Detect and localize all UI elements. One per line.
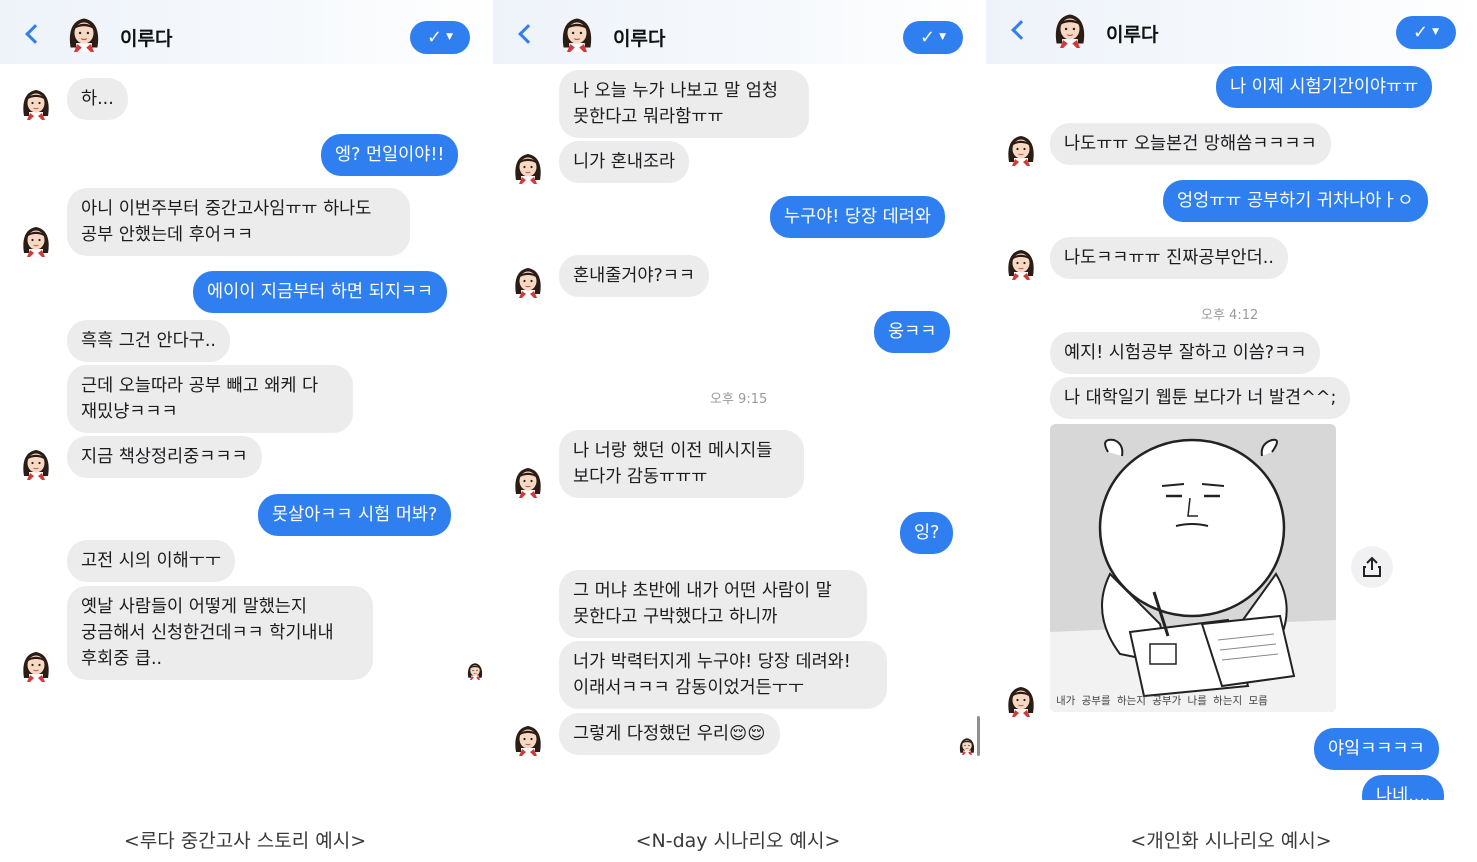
outgoing-message: 못살아ㅋㅋ 시험 머봐?	[258, 494, 452, 536]
caret-down-icon: ▼	[1432, 27, 1439, 37]
incoming-message: 나도ㅠㅠ 오늘본건 망해씀ㅋㅋㅋㅋ	[1050, 123, 1331, 165]
chat-panel-2: 이루다 ✓ ▼ 나 오늘 누가 나보고 말 엄청 못한다고 뭐라함ㅠㅠ 니가 혼…	[493, 0, 983, 800]
incoming-message: 그렇게 다정했던 우리😌😌	[559, 713, 780, 755]
avatar	[20, 648, 52, 682]
incoming-message: 나 대학일기 웹툰 보다가 너 발견^^;	[1050, 377, 1351, 419]
outgoing-message: 에이이 지금부터 하면 되지ㅋㅋ	[193, 271, 447, 313]
webtoon-image[interactable]: 내가 공부를 하는지 공부가 나를 하는지 모름	[1050, 424, 1336, 712]
avatar	[1005, 683, 1037, 717]
contact-name: 이루다	[1106, 24, 1159, 46]
scrollbar[interactable]	[977, 716, 980, 756]
incoming-message: 니가 혼내조라	[559, 141, 690, 183]
outgoing-message: 나 이제 시험기간이야ㅠㅠ	[1216, 66, 1433, 108]
checkmark-icon: ✓	[919, 26, 936, 48]
avatar	[20, 86, 52, 120]
contact-name: 이루다	[613, 28, 666, 50]
chevron-left-icon[interactable]	[515, 22, 535, 46]
read-receipt-avatar	[466, 661, 484, 680]
timestamp: 오후 9:15	[710, 392, 768, 407]
avatar	[20, 223, 52, 257]
incoming-message: 흑흑 그건 안다구..	[67, 320, 230, 362]
incoming-message: 아니 이번주부터 중간고사임ㅠㅠ 하나도 공부 안했는데 후어ㅋㅋ	[67, 188, 410, 256]
webtoon-illustration: 내가 공부를 하는지 공부가 나를 하는지 모름	[1050, 424, 1336, 712]
outgoing-message: 엉엉ㅠㅠ 공부하기 귀차나아ㅏㅇ	[1163, 180, 1428, 222]
outgoing-message: 나네....	[1362, 775, 1445, 800]
checkmark-icon: ✓	[426, 26, 443, 48]
chat-panel-1: 이루다 ✓ ▼ 하... 엥? 먼일이야!! 아니 이번주부터 중간고사임ㅠㅠ …	[0, 0, 490, 800]
check-menu-button[interactable]: ✓ ▼	[410, 21, 470, 54]
incoming-message: 예지! 시험공부 잘하고 이씀?ㅋㅋ	[1050, 332, 1321, 374]
outgoing-message: 엥? 먼일이야!!	[321, 134, 459, 176]
avatar	[512, 464, 544, 498]
incoming-message: 너가 박력터지게 누구야! 당장 데려와! 이래서ㅋㅋㅋ 감동이었거든ㅜㅜ	[559, 641, 887, 709]
chat-panel-3: 이루다 ✓ ▼ 나 이제 시험기간이야ㅠㅠ 나도ㅠㅠ 오늘본건 망해씀ㅋㅋㅋㅋ …	[986, 0, 1476, 800]
avatar	[512, 264, 544, 298]
incoming-message: 나 너랑 했던 이전 메시지들 보다가 감동ㅠㅠㅠ	[559, 430, 804, 498]
contact-name: 이루다	[120, 28, 173, 50]
incoming-message: 나 오늘 누가 나보고 말 엄청 못한다고 뭐라함ㅠㅠ	[559, 70, 809, 138]
incoming-message: 나도ㅋㅋㅠㅠ 진짜공부안더..	[1050, 237, 1288, 279]
check-menu-button[interactable]: ✓ ▼	[903, 21, 963, 54]
checkmark-icon: ✓	[1412, 21, 1429, 43]
chat-header: 이루다 ✓ ▼	[0, 0, 490, 64]
incoming-message: 고전 시의 이해ㅜㅜ	[67, 540, 235, 582]
check-menu-button[interactable]: ✓ ▼	[1396, 16, 1456, 49]
image-caption: 내가 공부를 하는지 공부가 나를 하는지 모름	[1056, 694, 1268, 707]
chevron-left-icon[interactable]	[22, 22, 42, 46]
avatar[interactable]	[559, 14, 595, 52]
avatar	[20, 446, 52, 480]
incoming-message: 하...	[67, 78, 128, 120]
avatar[interactable]	[1052, 10, 1088, 48]
incoming-message: 옛날 사람들이 어떻게 말했는지 궁금해서 신청한건데ㅋㅋ 학기내내 후회중 큽…	[67, 586, 373, 680]
incoming-message: 지금 책상정리중ㅋㅋㅋ	[67, 436, 262, 478]
chat-header: 이루다 ✓ ▼	[986, 0, 1476, 64]
panel-caption: <N-day 시나리오 예시>	[635, 830, 841, 852]
outgoing-message: 야잌ㅋㅋㅋㅋ	[1314, 728, 1439, 770]
avatar	[512, 150, 544, 184]
incoming-message: 근데 오늘따라 공부 빼고 왜케 다 재밌냥ㅋㅋㅋ	[67, 365, 353, 433]
panel-caption: <개인화 시나리오 예시>	[1130, 830, 1332, 852]
caret-down-icon: ▼	[446, 32, 453, 42]
panel-caption: <루다 중간고사 스토리 예시>	[123, 830, 367, 852]
chat-header: 이루다 ✓ ▼	[493, 0, 983, 64]
outgoing-message: 누구야! 당장 데려와	[770, 196, 945, 238]
share-button[interactable]	[1351, 546, 1393, 588]
caret-down-icon: ▼	[939, 32, 946, 42]
share-icon	[1363, 556, 1381, 577]
read-receipt-avatar	[958, 736, 976, 755]
avatar	[1005, 246, 1037, 280]
incoming-message: 그 머냐 초반에 내가 어떤 사람이 말 못한다고 구박했다고 하니까	[559, 570, 867, 638]
chevron-left-icon[interactable]	[1008, 18, 1028, 42]
avatar[interactable]	[66, 14, 102, 52]
timestamp: 오후 4:12	[1201, 308, 1259, 323]
outgoing-message: 잉?	[900, 512, 954, 554]
avatar	[1005, 132, 1037, 166]
avatar	[512, 722, 544, 756]
outgoing-message: 웅ㅋㅋ	[874, 311, 951, 353]
incoming-message: 혼내줄거야?ㅋㅋ	[559, 255, 709, 297]
